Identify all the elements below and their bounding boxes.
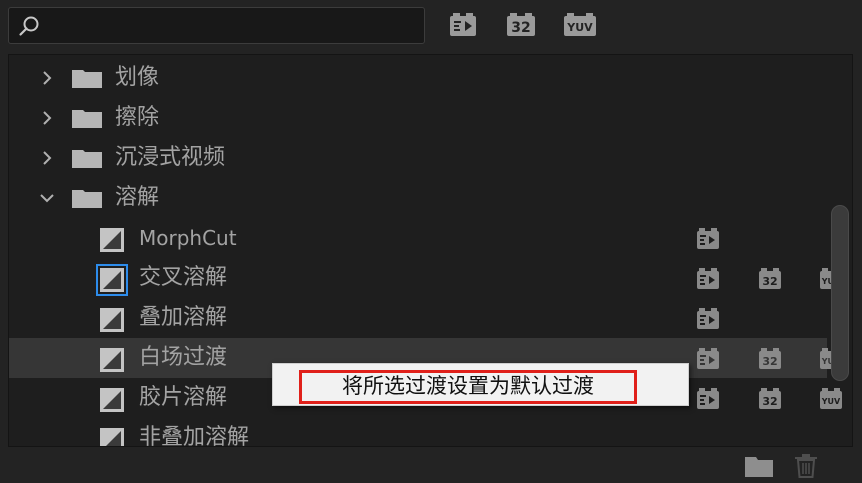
effect-label: 非叠加溶解 [139,425,250,447]
accelerated-badge-icon [697,268,719,289]
scrollbar-thumb[interactable] [831,205,849,381]
32bit-badge-icon: 32 [759,268,781,289]
32bit-badge-icon: 32 [759,348,781,369]
effect-label: MorphCut [139,226,237,250]
effect-label: 叠加溶解 [139,305,228,330]
folder-label: 擦除 [115,105,160,130]
effect-row-morphcut[interactable]: MorphCut [9,218,827,258]
trash-icon[interactable] [793,454,819,478]
folder-icon [72,190,102,208]
badge-32-label: 32 [762,395,777,408]
transition-icon [100,228,124,252]
32bit-filter-icon[interactable]: 32 [506,12,536,38]
chevron-down-icon[interactable] [39,190,55,206]
effect-row-additive-dissolve[interactable]: 叠加溶解 [9,298,827,338]
chevron-right-icon[interactable] [39,110,55,126]
badge-yuv-label: YUV [821,397,841,406]
badge-32-label: 32 [762,275,777,288]
accelerated-effects-filter-icon[interactable] [448,12,478,38]
accelerated-badge-icon [697,388,719,409]
search-icon [19,16,39,36]
search-input[interactable] [47,12,417,40]
folder-icon [72,110,102,128]
accelerated-badge-icon [697,348,719,369]
folder-row-immersive-video[interactable]: 沉浸式视频 [9,138,827,178]
effect-row-non-additive-dissolve[interactable]: 非叠加溶解 [9,418,827,447]
set-default-transition-menu-item[interactable]: 将所选过渡设置为默认过渡 [299,370,637,404]
chevron-right-icon[interactable] [39,150,55,166]
transition-icon [100,308,124,332]
effect-label: 白场过渡 [139,345,228,370]
32bit-badge-icon: 32 [759,388,781,409]
effect-row-cross-dissolve[interactable]: 交叉溶解 32 YUV [9,258,842,298]
effect-label: 胶片溶解 [139,385,228,410]
filter-yuv-label: YUV [566,21,593,34]
filter-32-label: 32 [511,20,530,36]
search-box[interactable] [8,7,425,44]
transition-icon [100,348,124,372]
yuv-filter-icon[interactable]: YUV [563,12,597,38]
folder-label: 溶解 [115,185,160,210]
effect-label: 交叉溶解 [139,265,228,290]
accelerated-badge-icon [697,228,719,249]
transition-icon [100,388,124,412]
folder-row-wipe[interactable]: 擦除 [9,98,827,138]
badge-32-label: 32 [762,355,777,368]
folder-label: 沉浸式视频 [115,145,226,170]
folder-icon [72,70,102,88]
context-menu: 将所选过渡设置为默认过渡 [272,363,689,406]
accelerated-badge-icon [697,308,719,329]
folder-row-dissolve[interactable]: 溶解 [9,178,827,218]
folder-label: 划像 [115,65,160,90]
yuv-badge-icon: YUV [820,388,842,409]
folder-row-wipe-iris[interactable]: 划像 [9,58,827,98]
new-bin-folder-icon[interactable] [744,454,774,478]
transition-icon [96,264,128,296]
transition-icon [100,428,124,446]
chevron-right-icon[interactable] [39,70,55,86]
folder-icon [72,150,102,168]
